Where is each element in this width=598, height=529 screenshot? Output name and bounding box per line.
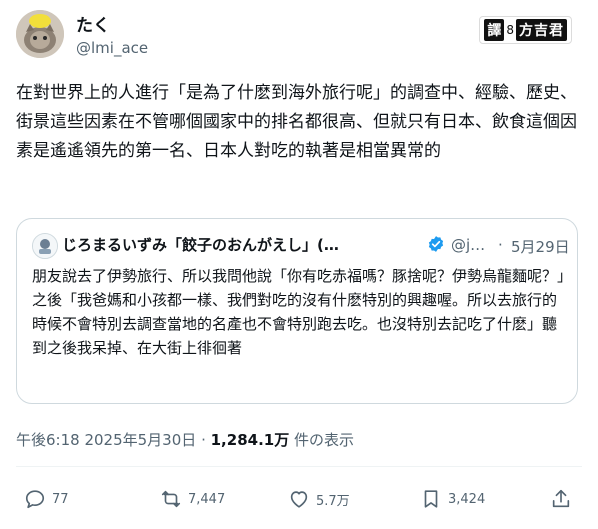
like-button[interactable]: 5.7万	[288, 488, 350, 510]
badge-part-2: 8	[506, 23, 514, 37]
reply-icon	[25, 490, 45, 509]
verified-badge-icon	[428, 236, 444, 252]
bookmark-icon	[424, 490, 438, 508]
author-avatar[interactable]	[16, 10, 64, 58]
tweet-time[interactable]: 午後6:18	[16, 431, 80, 449]
share-icon	[552, 489, 570, 508]
badge-part-3: 方吉君	[516, 19, 567, 41]
view-count[interactable]: 1,284.1万	[211, 431, 290, 449]
quoted-author-avatar	[32, 233, 58, 259]
divider	[16, 466, 582, 467]
reply-button[interactable]: 77	[24, 488, 69, 510]
bookmark-count: 3,424	[448, 491, 486, 507]
author-display-name[interactable]: たく	[76, 11, 110, 36]
badge-part-1: 譯	[484, 19, 505, 41]
translator-badge: 譯 8 方吉君	[479, 16, 572, 44]
quoted-date[interactable]: 5月29日	[511, 236, 570, 257]
tweet-meta: 午後6:18 2025年5月30日 · 1,284.1万 件の表示	[16, 429, 354, 450]
meta-sep-dot: ·	[201, 431, 206, 449]
share-button[interactable]	[550, 488, 572, 510]
quoted-author-name: じろまるいずみ「餃子のおんがえし」(…	[62, 236, 339, 254]
repost-button[interactable]: 7,447	[160, 488, 225, 510]
views-label: 件の表示	[294, 431, 355, 449]
quoted-separator: ·	[498, 236, 503, 254]
like-count: 5.7万	[316, 493, 350, 509]
reply-count: 77	[52, 491, 69, 507]
quoted-tweet-card[interactable]: じろまるいずみ「餃子のおんがえし」(… @j… · 5月29日 朋友說去了伊勢旅…	[16, 218, 578, 404]
repost-icon	[161, 490, 181, 508]
tweet-date[interactable]: 2025年5月30日	[84, 431, 196, 449]
quoted-tweet-text: 朋友說去了伊勢旅行、所以我問他說「你有吃赤福嗎？豚捨呢？伊勢烏龍麵呢？」之後「我…	[32, 267, 565, 357]
tweet-text: 在對世界上的人進行「是為了什麽到海外旅行呢」的調查中、經驗、歷史、街景這些因素在…	[16, 83, 577, 161]
quoted-author-handle: @j…	[451, 236, 486, 254]
repost-count: 7,447	[188, 491, 226, 507]
heart-icon	[290, 491, 308, 508]
bookmark-button[interactable]: 3,424	[420, 488, 485, 510]
author-handle[interactable]: @lmi_ace	[76, 39, 148, 57]
